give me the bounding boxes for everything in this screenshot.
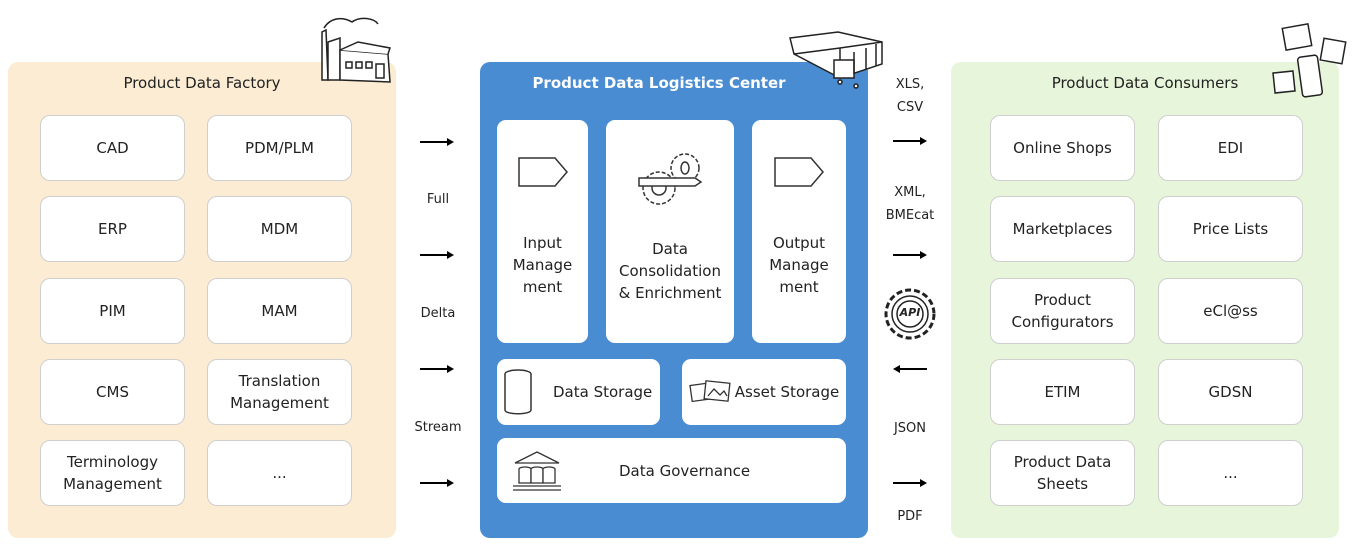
factory-item-more: ... — [207, 440, 352, 506]
output-management-label: Output Manage ment — [769, 233, 829, 296]
flow-label-json: JSON — [893, 421, 927, 436]
output-management-box: Output Manage ment — [752, 120, 846, 343]
tag-icon — [517, 156, 568, 187]
tag-icon — [774, 156, 824, 187]
devices-icon — [1272, 22, 1352, 102]
arrow-right-icon — [420, 365, 454, 373]
pictures-icon — [689, 380, 731, 403]
api-label: API — [899, 306, 921, 319]
data-consolidation-label: Data Consolidation & Enrichment — [618, 239, 722, 302]
consumer-item-online-shops: Online Shops — [990, 115, 1135, 181]
asset-storage-label: Asset Storage — [734, 383, 840, 401]
factory-item-pdm-plm: PDM/PLM — [207, 115, 352, 181]
factory-item-mdm: MDM — [207, 196, 352, 262]
database-icon — [504, 369, 532, 415]
factory-item-cad: CAD — [40, 115, 185, 181]
factory-item-terminology: Terminology Management — [40, 440, 185, 506]
flow-label-xml-bmecat: XML, BMEcat — [885, 185, 935, 223]
input-management-label: Input Manage ment — [512, 233, 573, 296]
factory-item-pim: PIM — [40, 278, 185, 344]
flow-label-stream: Stream — [414, 420, 462, 435]
consumer-item-more: ... — [1158, 440, 1303, 506]
arrow-right-icon — [893, 137, 927, 145]
input-management-box: Input Manage ment — [497, 120, 588, 343]
consumer-item-edi: EDI — [1158, 115, 1303, 181]
factory-item-cms: CMS — [40, 359, 185, 425]
data-governance-label: Data Governance — [619, 461, 751, 480]
factory-item-mam: MAM — [207, 278, 352, 344]
arrow-right-icon — [420, 251, 454, 259]
arrow-right-icon — [420, 479, 454, 487]
flow-label-delta: Delta — [420, 306, 456, 321]
data-governance-box: Data Governance — [497, 438, 846, 503]
consumer-item-gdsn: GDSN — [1158, 359, 1303, 425]
consumer-item-product-data-sheets: Product Data Sheets — [990, 440, 1135, 506]
consumer-item-marketplaces: Marketplaces — [990, 196, 1135, 262]
api-gear-icon: API — [882, 285, 938, 343]
arrow-right-icon — [420, 138, 454, 146]
arrow-left-icon — [893, 365, 927, 373]
arrow-right-icon — [893, 479, 927, 487]
data-storage-box: Data Storage — [497, 359, 660, 425]
factory-icon — [318, 14, 394, 86]
factory-item-translation: Translation Management — [207, 359, 352, 425]
asset-storage-box: Asset Storage — [682, 359, 846, 425]
flow-label-full: Full — [426, 192, 450, 207]
gears-icon — [638, 152, 703, 205]
data-consolidation-box: Data Consolidation & Enrichment — [606, 120, 734, 343]
flow-label-pdf: PDF — [897, 509, 923, 524]
consumer-item-etim: ETIM — [990, 359, 1135, 425]
factory-item-erp: ERP — [40, 196, 185, 262]
arrow-right-icon — [893, 251, 927, 259]
data-storage-label: Data Storage — [553, 383, 653, 401]
flow-label-xls-csv: XLS, CSV — [895, 77, 925, 115]
bank-icon — [513, 450, 561, 491]
consumer-item-product-configurators: Product Configurators — [990, 278, 1135, 344]
consumer-item-price-lists: Price Lists — [1158, 196, 1303, 262]
consumer-item-eclass: eCl@ss — [1158, 278, 1303, 344]
